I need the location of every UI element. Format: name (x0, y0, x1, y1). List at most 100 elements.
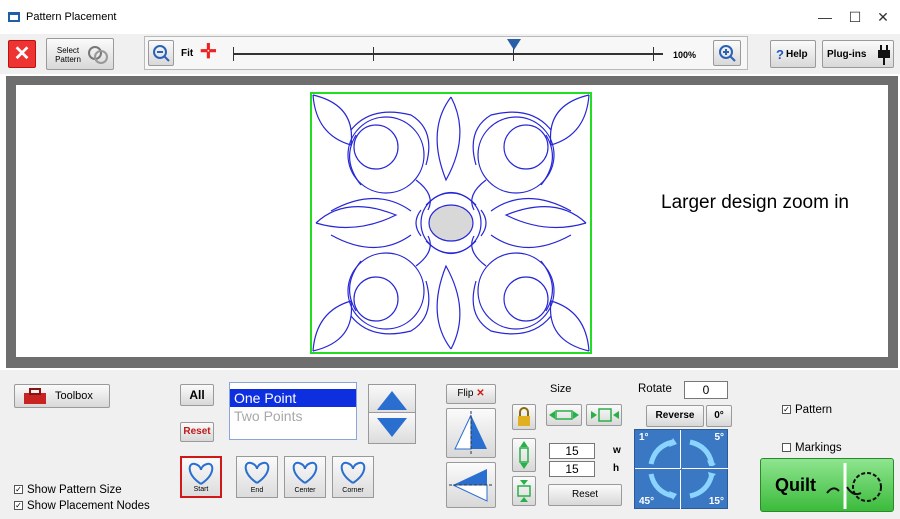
placement-option-two-points[interactable]: Two Points (230, 407, 356, 425)
zoom-percent: 100% (673, 50, 697, 60)
heart-node-icon (244, 461, 270, 484)
height-increase-button[interactable] (512, 438, 536, 472)
rotate-15-button[interactable]: 15° (682, 470, 728, 509)
show-placement-nodes-checkbox[interactable]: ✓ (14, 501, 23, 511)
pattern-check-label: Pattern (795, 404, 833, 416)
quilt-pattern-preview[interactable] (16, 85, 888, 357)
plug-icon (878, 45, 890, 65)
node-end-button[interactable]: End (236, 456, 278, 498)
show-pattern-size-label: Show Pattern Size (27, 484, 122, 496)
help-button[interactable]: ? Help (770, 40, 816, 68)
size-reset-button[interactable]: Reset (548, 484, 622, 506)
help-label: Help (786, 49, 808, 60)
quilt-stitch-icon (826, 463, 882, 509)
rotate-field[interactable]: 0 (684, 381, 728, 399)
reset-nodes-button[interactable]: Reset (180, 422, 214, 442)
fit-label[interactable]: Fit (181, 48, 193, 59)
window-title: Pattern Placement (26, 11, 117, 23)
flip-horizontal-button[interactable] (446, 462, 496, 508)
node-center-button[interactable]: Center (284, 456, 326, 498)
quilt-label: Quilt (775, 475, 816, 495)
select-pattern-button[interactable]: Select Pattern (46, 38, 114, 70)
triangle-down-icon (377, 418, 407, 437)
heart-node-icon (188, 462, 214, 485)
pattern-design (312, 94, 590, 352)
markings-checkbox[interactable] (782, 443, 791, 453)
zoom-slider-thumb[interactable] (507, 39, 521, 51)
flip-label: Flip (457, 388, 474, 399)
height-unit: h (613, 463, 620, 474)
width-unit: w (613, 445, 621, 456)
toolbox-button[interactable]: Toolbox (14, 384, 110, 408)
move-down-button[interactable] (368, 412, 416, 444)
zoom-slider-track[interactable] (233, 53, 663, 55)
toolbox-icon (24, 388, 46, 404)
rotate-arrow-icon (689, 439, 716, 466)
width-field[interactable]: 15 (549, 443, 595, 459)
close-window-button[interactable]: ✕ (868, 5, 898, 29)
rotate-label: Rotate (638, 383, 672, 395)
heart-node-icon (340, 461, 366, 484)
pattern-option[interactable]: ✓ Pattern (782, 404, 832, 416)
node-start-label: Start (193, 486, 209, 493)
reverse-button[interactable]: Reverse (646, 405, 704, 427)
show-placement-nodes-option[interactable]: ✓ Show Placement Nodes (14, 500, 150, 512)
lock-icon (518, 407, 530, 426)
flip-button[interactable]: Flip ✕ (446, 384, 496, 404)
rotate-zero-button[interactable]: 0° (706, 405, 732, 427)
maximize-button[interactable]: ☐ (840, 5, 870, 29)
heart-node-icon (292, 461, 318, 484)
rotate-5-cw-button[interactable]: 5° (682, 430, 728, 469)
zoom-out-button[interactable] (148, 40, 174, 66)
plugins-label: Plug-ins (827, 49, 867, 60)
pattern-checkbox[interactable]: ✓ (782, 405, 791, 415)
show-pattern-size-checkbox[interactable]: ✓ (14, 485, 23, 495)
rotate-arrow-icon (648, 473, 677, 500)
expand-vertical-icon (519, 441, 529, 469)
quilt-button[interactable]: Quilt (760, 458, 894, 512)
zoom-in-button[interactable] (713, 40, 741, 66)
rotate-arrow-icon (648, 438, 677, 465)
triangle-up-icon (377, 391, 407, 410)
height-field[interactable]: 15 (549, 461, 595, 477)
rotate-arrow-icon (689, 472, 716, 499)
height-decrease-button[interactable] (512, 476, 536, 506)
width-increase-button[interactable] (546, 404, 582, 426)
placement-option-one-point[interactable]: One Point (230, 389, 356, 407)
select-pattern-label: Select Pattern (55, 46, 81, 64)
canvas-workspace[interactable]: Larger design zoom in (16, 85, 888, 357)
node-end-label: End (250, 487, 264, 494)
flip-vertical-icon (454, 411, 487, 455)
pattern-icon (88, 46, 108, 64)
rotate-45-button[interactable]: 45° (635, 470, 681, 509)
placement-mode-list[interactable]: One Point Two Points (229, 382, 357, 440)
width-decrease-button[interactable] (586, 404, 622, 426)
markings-option[interactable]: Markings (782, 442, 842, 454)
move-cross-icon[interactable]: ✛ (200, 42, 217, 62)
expand-horizontal-icon (549, 410, 579, 420)
flip-x-icon: ✕ (476, 388, 485, 399)
markings-check-label: Markings (795, 442, 842, 454)
node-start-button[interactable]: Start (180, 456, 222, 498)
node-corner-button[interactable]: Corner (332, 456, 374, 498)
app-icon (8, 12, 20, 22)
rotate-1-ccw-button[interactable]: 1° (635, 430, 681, 469)
title-bar: Pattern Placement — ☐ ✕ (0, 0, 900, 34)
show-placement-nodes-label: Show Placement Nodes (27, 500, 150, 512)
pattern-canvas[interactable]: Larger design zoom in (6, 76, 898, 368)
shrink-vertical-icon (517, 480, 531, 502)
size-label: Size (550, 383, 572, 395)
toolbox-label: Toolbox (55, 390, 93, 402)
plugins-button[interactable]: Plug-ins (822, 40, 894, 68)
show-pattern-size-option[interactable]: ✓ Show Pattern Size (14, 484, 122, 496)
cancel-button[interactable]: ✕ (8, 40, 36, 68)
node-corner-label: Corner (342, 487, 364, 494)
zoom-in-icon (719, 45, 736, 62)
all-button[interactable]: All (180, 384, 214, 406)
node-center-label: Center (294, 487, 316, 494)
lock-aspect-button[interactable] (512, 404, 536, 430)
shrink-horizontal-icon (591, 408, 619, 422)
flip-vertical-button[interactable] (446, 408, 496, 458)
rotation-pad: 1° 5° 45° 15° (634, 429, 728, 509)
minimize-button[interactable]: — (810, 5, 840, 29)
